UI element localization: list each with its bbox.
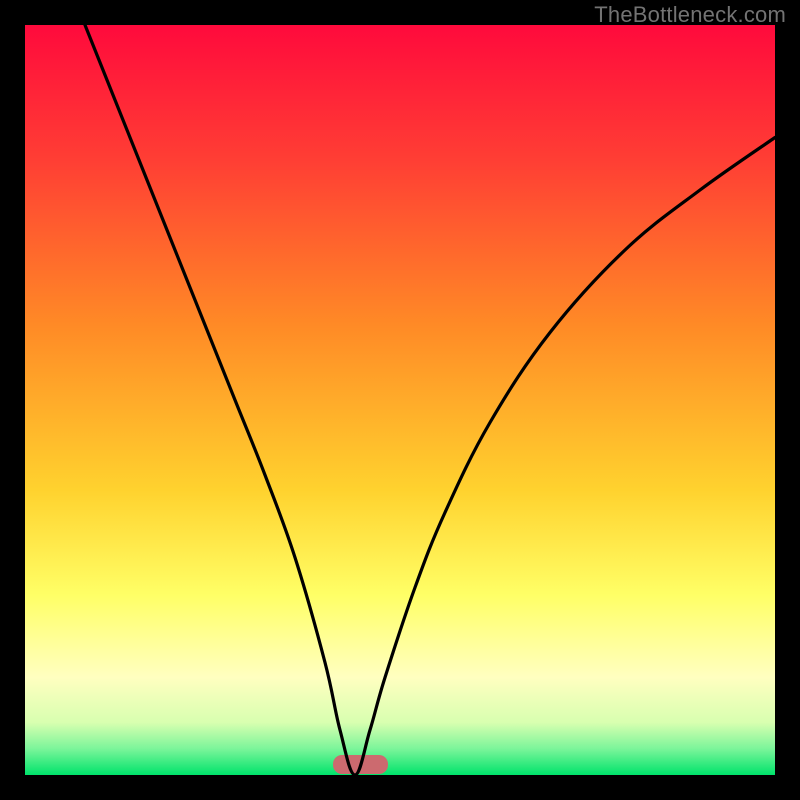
- bottleneck-chart: [0, 0, 800, 800]
- chart-frame: { "watermark": "TheBottleneck.com", "cha…: [0, 0, 800, 800]
- watermark: TheBottleneck.com: [594, 2, 786, 28]
- plot-background: [25, 25, 775, 775]
